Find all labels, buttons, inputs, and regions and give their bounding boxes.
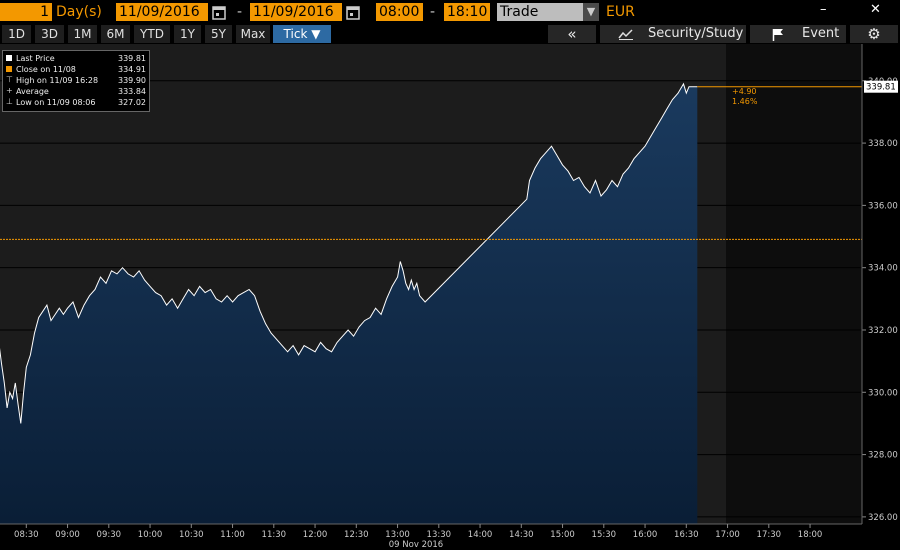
average-marker-icon: + — [6, 86, 13, 95]
range-button-3d[interactable]: 3D — [35, 25, 64, 43]
x-tick-label: 13:30 — [427, 530, 452, 540]
security-study-button[interactable]: Security/Study — [600, 25, 746, 43]
study-chart-icon — [618, 29, 633, 40]
settings-gear-icon[interactable]: ⚙ — [850, 25, 898, 43]
y-axis: 326.00 328.00 330.00 332.00 334.00 336.00 338.… — [861, 44, 898, 524]
event-button[interactable]: Event — [750, 25, 846, 43]
start-time-input[interactable]: 08:00 — [376, 3, 423, 21]
after-hours-region — [726, 44, 862, 524]
range-button-6m[interactable]: 6M — [101, 25, 130, 43]
start-calendar-icon[interactable] — [212, 4, 226, 20]
y-tick-label: 332.00 — [868, 326, 898, 336]
legend-item-average: + Average 333.84 — [6, 86, 146, 97]
x-tick-label: 14:00 — [468, 530, 493, 540]
legend-label: Close on 11/08 — [16, 65, 76, 74]
range-button-max[interactable]: Max — [236, 25, 270, 43]
range-button-5y[interactable]: 5Y — [205, 25, 232, 43]
period-unit-select[interactable]: Day(s) — [56, 3, 112, 21]
x-tick-label: 10:00 — [138, 530, 163, 540]
range-button-ytd[interactable]: YTD — [134, 25, 170, 43]
end-date-input[interactable]: 11/09/2016 — [250, 3, 342, 21]
y-tick-label: 334.00 — [868, 264, 898, 274]
period-count-input[interactable]: 1 — [0, 3, 52, 21]
x-tick-label: 09:30 — [97, 530, 122, 540]
x-tick-label: 17:00 — [715, 530, 740, 540]
y-tick-label: 336.00 — [868, 201, 898, 211]
x-tick-label: 15:30 — [592, 530, 617, 540]
legend-label: Average — [16, 87, 49, 96]
field-select[interactable]: Trade — [497, 3, 583, 21]
last-price-axis-label: 339.81 — [866, 83, 896, 93]
legend-value: 327.02 — [118, 98, 146, 107]
flag-icon — [772, 29, 783, 41]
legend-label: Last Price — [16, 54, 55, 63]
y-tick-label: 338.00 — [868, 139, 898, 149]
time-separator: - — [430, 4, 436, 20]
x-tick-label: 16:30 — [674, 530, 699, 540]
low-marker-icon: ⊥ — [6, 97, 13, 106]
legend-value: 339.90 — [118, 76, 146, 85]
price-chart[interactable]: +4.90 1.46% 326.00 328.00 330.00 332.00 334.… — [0, 44, 900, 550]
legend-label: Low on 11/09 08:06 — [16, 98, 96, 107]
range-button-1y[interactable]: 1Y — [174, 25, 201, 43]
legend-item-low: ⊥ Low on 11/09 08:06 327.02 — [6, 97, 146, 108]
legend-item-high: ⊤ High on 11/09 16:28 339.90 — [6, 75, 146, 86]
close-button[interactable]: ✕ — [870, 2, 881, 17]
x-tick-label: 17:30 — [757, 530, 782, 540]
back-button[interactable]: « — [548, 25, 596, 43]
x-tick-label: 14:30 — [509, 530, 534, 540]
minimize-button[interactable]: – — [820, 2, 827, 17]
x-tick-label: 10:30 — [179, 530, 204, 540]
currency-select[interactable]: EUR — [606, 3, 646, 21]
legend-square-icon — [6, 66, 12, 72]
top-toolbar: 1 Day(s) 11/09/2016 - 11/09/2016 08:00 -… — [0, 0, 900, 24]
legend-value: 334.91 — [118, 65, 146, 74]
x-tick-label: 08:30 — [14, 530, 39, 540]
x-tick-label: 12:30 — [344, 530, 369, 540]
end-calendar-icon[interactable] — [346, 4, 360, 20]
x-axis: 08:30 09:00 09:30 10:00 10:30 11:00 11:30 12:00… — [14, 524, 822, 540]
x-tick-label: 12:00 — [303, 530, 328, 540]
legend-value: 339.81 — [118, 54, 146, 63]
y-tick-label: 326.00 — [868, 513, 898, 523]
range-button-1m[interactable]: 1M — [68, 25, 97, 43]
legend: Last Price 339.81 Close on 11/08 334.91 … — [2, 50, 150, 112]
change-pct-label: 1.46% — [732, 97, 758, 106]
legend-label: High on 11/09 16:28 — [16, 76, 99, 85]
end-time-input[interactable]: 18:10 — [444, 3, 490, 21]
tick-button[interactable]: Tick ▼ — [273, 25, 331, 43]
change-label: +4.90 — [732, 87, 757, 96]
field-dropdown-chevron-icon[interactable]: ▼ — [583, 3, 599, 21]
date-separator: - — [237, 4, 243, 20]
x-tick-label: 18:00 — [798, 530, 823, 540]
legend-item-last-price: Last Price 339.81 — [6, 53, 146, 64]
x-date-label: 09 Nov 2016 — [389, 540, 443, 550]
start-date-input[interactable]: 11/09/2016 — [116, 3, 208, 21]
y-tick-label: 328.00 — [868, 451, 898, 461]
x-tick-label: 09:00 — [55, 530, 80, 540]
x-tick-label: 13:00 — [385, 530, 410, 540]
x-tick-label: 11:30 — [262, 530, 287, 540]
x-tick-label: 11:00 — [220, 530, 245, 540]
high-marker-icon: ⊤ — [6, 75, 13, 84]
y-tick-label: 330.00 — [868, 388, 898, 398]
legend-value: 333.84 — [118, 87, 146, 96]
range-button-1d[interactable]: 1D — [2, 25, 31, 43]
legend-square-icon — [6, 55, 12, 61]
legend-item-close: Close on 11/08 334.91 — [6, 64, 146, 75]
security-study-label: Security/Study — [648, 26, 744, 41]
x-tick-label: 16:00 — [633, 530, 658, 540]
x-tick-label: 15:00 — [550, 530, 575, 540]
event-label: Event — [802, 26, 840, 41]
range-bar: 1D 3D 1M 6M YTD 1Y 5Y Max Tick ▼ « Secur… — [0, 24, 900, 44]
